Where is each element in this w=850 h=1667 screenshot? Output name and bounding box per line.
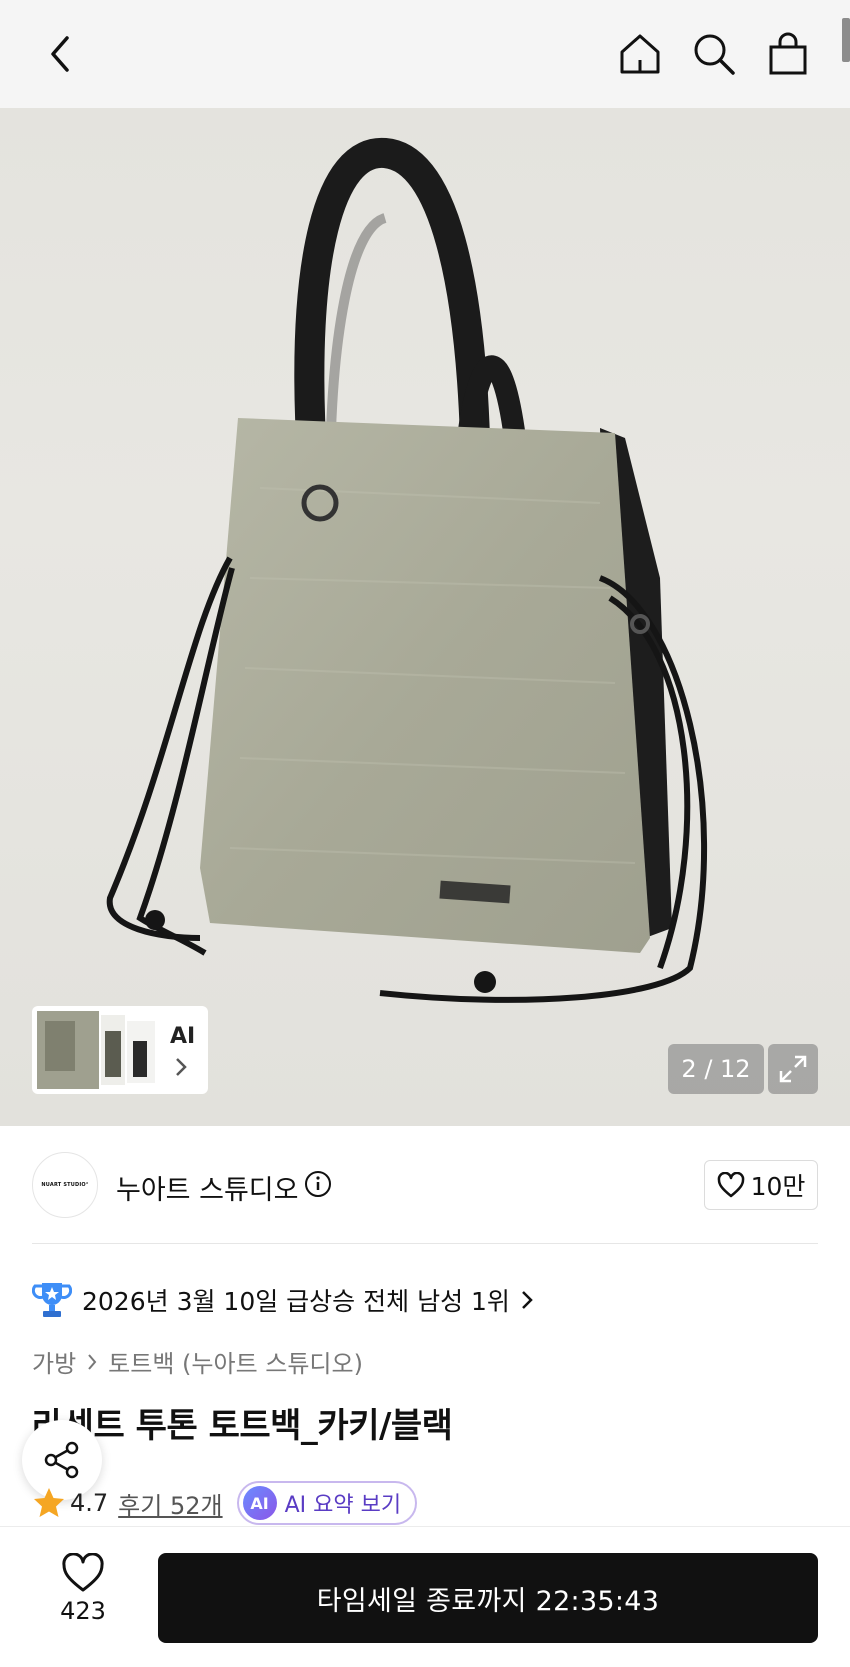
cart-button[interactable]: [762, 28, 814, 80]
scrollbar-thumb[interactable]: [842, 18, 850, 62]
search-button[interactable]: [688, 28, 740, 80]
brand-logo[interactable]: NUART STUDIO°: [32, 1152, 98, 1218]
brand-like-count: 10만: [750, 1172, 806, 1201]
bottom-action-bar: 423 타임세일 종료까지 22:35:43: [0, 1526, 850, 1667]
brand-like-button[interactable]: 10만: [704, 1160, 818, 1210]
home-button[interactable]: [614, 28, 666, 80]
ranking-badge[interactable]: 2026년 3월 10일 급상승 전체 남성 1위: [32, 1280, 534, 1320]
ranking-text: 2026년 3월 10일 급상승 전체 남성 1위: [82, 1287, 510, 1316]
ai-lookbook-label: AI: [170, 1024, 196, 1049]
heart-icon: [717, 1172, 744, 1198]
product-image-gallery[interactable]: AI 2 / 12: [0, 108, 850, 1126]
rating-row: 4.7 후기 52개 AI AI 요약 보기: [32, 1480, 418, 1526]
product-photo: [106, 137, 708, 1003]
ai-lookbook-card[interactable]: AI: [32, 1006, 208, 1094]
chevron-right-icon: [88, 1353, 97, 1370]
lookbook-thumbnails: [37, 1011, 155, 1089]
expand-icon: [779, 1055, 807, 1083]
chevron-right-icon: [176, 1058, 187, 1076]
trophy-icon: [32, 1283, 72, 1317]
top-header: [0, 0, 850, 108]
ai-summary-label: AI 요약 보기: [284, 1493, 402, 1518]
reviews-link[interactable]: 후기 52개: [118, 1486, 222, 1521]
image-counter: 2 / 12: [668, 1044, 764, 1094]
chevron-right-icon: [522, 1291, 533, 1309]
star-icon: [34, 1488, 64, 1517]
ai-badge: AI: [242, 1486, 277, 1520]
wishlist-count: 423: [60, 1597, 106, 1625]
breadcrumb-category[interactable]: 가방: [32, 1344, 76, 1379]
divider: [32, 1243, 818, 1244]
rating-score: 4.7: [70, 1489, 109, 1517]
breadcrumb: 가방 토트백 (누아트 스튜디오): [32, 1344, 363, 1379]
brand-row: NUART STUDIO° 누아트 스튜디오 10만: [32, 1150, 818, 1220]
brand-name[interactable]: 누아트 스튜디오: [116, 1168, 298, 1207]
heart-icon: [62, 1553, 104, 1592]
back-icon: [51, 36, 69, 72]
back-button[interactable]: [40, 30, 80, 78]
wishlist-button[interactable]: 423: [50, 1553, 116, 1625]
brand-logo-text: NUART STUDIO°: [41, 1182, 89, 1188]
expand-button[interactable]: [768, 1044, 818, 1094]
home-icon: [620, 34, 660, 74]
breadcrumb-subcategory[interactable]: 토트백 (누아트 스튜디오): [108, 1344, 363, 1379]
timesale-buy-button[interactable]: 타임세일 종료까지 22:35:43: [158, 1553, 818, 1643]
info-icon[interactable]: [304, 1170, 332, 1198]
cart-icon: [769, 32, 807, 75]
share-icon: [44, 1441, 79, 1479]
search-icon: [694, 34, 735, 75]
ai-summary-button[interactable]: AI AI 요약 보기: [236, 1481, 418, 1525]
